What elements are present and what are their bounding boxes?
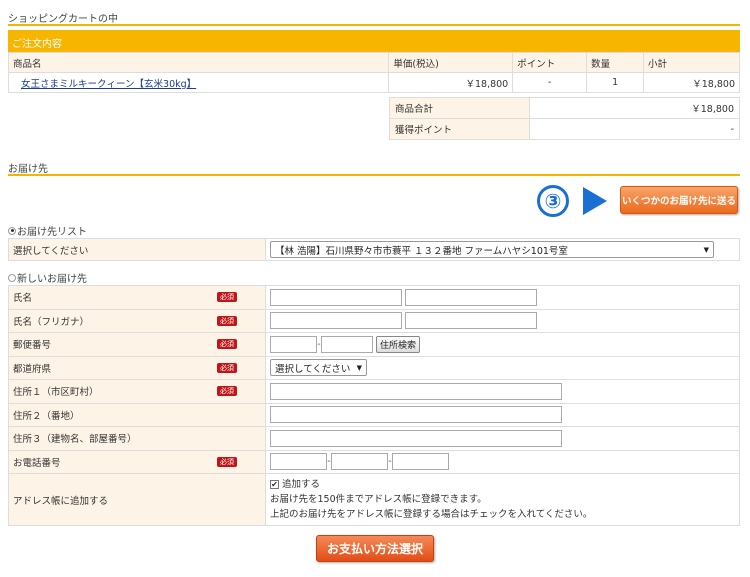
- new-address-form: 氏名 必須 氏名（フリガナ） 必須 郵便番号 必須 - 住所検索 都道府県 必須 選択し…: [8, 285, 740, 526]
- required-badge: 必須: [217, 339, 237, 350]
- arrow-right-icon: [583, 187, 607, 215]
- zip-first-input[interactable]: [270, 335, 317, 353]
- phone-third-input[interactable]: [392, 453, 449, 471]
- address-select[interactable]: 【林 浩陽】石川県野々市市蓑平 １３２番地 ファームハヤシ101号室 ▼: [270, 241, 714, 258]
- required-badge: 必須: [217, 386, 237, 397]
- addressbook-note-1: お届け先を150件までアドレス帳に登録できます。: [270, 494, 487, 505]
- product-link[interactable]: 女王さまミルキークィーン【玄米30kg】: [21, 79, 196, 90]
- new-address-radio-label: 新しいお届け先: [17, 274, 87, 285]
- address2-label: 住所２（番地）: [13, 410, 80, 422]
- table-row: 商品合計 ￥18,800: [389, 97, 740, 119]
- last-name-input[interactable]: [270, 288, 402, 306]
- name-label: 氏名: [13, 293, 33, 305]
- form-row-addressbook: アドレス帳に追加する ✔ 追加する お届け先を150件までアドレス帳に登録できます…: [8, 473, 740, 526]
- addressbook-checkbox[interactable]: ✔: [270, 480, 279, 489]
- address3-label: 住所３（建物名、部屋番号）: [13, 434, 137, 446]
- col-quantity: 数量: [586, 52, 645, 73]
- required-badge: 必須: [217, 292, 237, 303]
- kana-label: 氏名（フリガナ）: [13, 316, 90, 328]
- send-to-multiple-button[interactable]: いくつかのお届け先に送る: [620, 186, 738, 214]
- new-address-radio[interactable]: 新しいお届け先: [8, 270, 87, 285]
- product-total-value: ￥18,800: [529, 97, 740, 119]
- cart-table: 商品名 単価(税込) ポイント 数量 小計 女王さまミルキークィーン【玄米30k…: [7, 52, 740, 93]
- totals-table: 商品合計 ￥18,800 獲得ポイント -: [389, 97, 740, 140]
- form-row-kana: 氏名（フリガナ） 必須: [8, 308, 740, 333]
- phone-first-input[interactable]: [270, 453, 327, 471]
- earned-points-label: 獲得ポイント: [389, 118, 530, 140]
- subtotal-value: ￥18,800: [643, 72, 740, 93]
- form-row-name: 氏名 必須: [8, 285, 740, 310]
- required-badge: 必須: [217, 456, 237, 467]
- col-unit-price: 単価(税込): [388, 52, 514, 73]
- radio-checked-icon: [8, 226, 16, 235]
- prefecture-label: 都道府県: [13, 363, 52, 375]
- quantity-value: 1: [586, 72, 645, 93]
- cart-section-title: ショッピングカートの中: [8, 6, 740, 26]
- address1-input[interactable]: [270, 382, 562, 400]
- address-select-value: 【林 浩陽】石川県野々市市蓑平 １３２番地 ファームハヤシ101号室: [275, 245, 568, 257]
- prefecture-select-value: 選択してください: [275, 363, 351, 375]
- payment-method-button[interactable]: お支払い方法選択: [316, 535, 434, 562]
- first-name-input[interactable]: [405, 288, 538, 306]
- zip-label: 郵便番号: [13, 340, 52, 352]
- address-list-radio[interactable]: お届け先リスト: [8, 223, 87, 238]
- col-points: ポイント: [512, 52, 588, 73]
- chevron-down-icon: ▼: [356, 363, 362, 372]
- select-prompt-label: 選択してください: [8, 238, 266, 261]
- phone-second-input[interactable]: [331, 453, 388, 471]
- addressbook-check-label: 追加する: [282, 479, 321, 490]
- earned-points-value: -: [529, 118, 740, 140]
- unit-price-value: ￥18,800: [388, 72, 514, 93]
- form-row-address3: 住所３（建物名、部屋番号）: [8, 426, 740, 451]
- required-badge: 必須: [217, 315, 237, 326]
- form-row-zip: 郵便番号 必須 - 住所検索: [8, 332, 740, 357]
- radio-unchecked-icon: [8, 273, 16, 282]
- form-row-phone: お電話番号 必須 --: [8, 449, 740, 474]
- zip-second-input[interactable]: [321, 335, 373, 353]
- address2-input[interactable]: [270, 406, 562, 424]
- required-badge: 必須: [217, 362, 237, 373]
- table-row: 選択してください 【林 浩陽】石川県野々市市蓑平 １３２番地 ファームハヤシ10…: [8, 238, 740, 261]
- prefecture-select[interactable]: 選択してください ▼: [270, 359, 367, 377]
- form-row-prefecture: 都道府県 必須 選択してください ▼: [8, 355, 740, 380]
- addressbook-note-2: 上記のお届け先をアドレス帳に登録する場合はチェックを入れてください。: [270, 509, 593, 520]
- points-value: -: [512, 72, 588, 93]
- delivery-section-title: お届け先: [8, 156, 740, 176]
- chevron-down-icon: ▼: [703, 245, 709, 254]
- table-row: 獲得ポイント -: [389, 118, 740, 140]
- address1-label: 住所１（市区町村）: [13, 387, 99, 399]
- phone-label: お電話番号: [13, 457, 61, 469]
- col-product-name: 商品名: [7, 52, 390, 73]
- form-row-address1: 住所１（市区町村） 必須: [8, 379, 740, 404]
- order-contents-header: ご注文内容: [8, 30, 740, 52]
- first-name-kana-input[interactable]: [405, 312, 538, 330]
- address-list-radio-label: お届け先リスト: [17, 227, 87, 238]
- table-row: 女王さまミルキークィーン【玄米30kg】 ￥18,800 - 1 ￥18,800: [7, 72, 740, 93]
- col-subtotal: 小計: [643, 52, 740, 73]
- form-row-address2: 住所２（番地）: [8, 402, 740, 427]
- address-search-button[interactable]: 住所検索: [376, 335, 421, 353]
- last-name-kana-input[interactable]: [270, 312, 402, 330]
- addressbook-label: アドレス帳に追加する: [13, 495, 109, 507]
- address-list-table: 選択してください 【林 浩陽】石川県野々市市蓑平 １３２番地 ファームハヤシ10…: [8, 238, 740, 261]
- product-total-label: 商品合計: [389, 97, 530, 119]
- address3-input[interactable]: [270, 429, 562, 447]
- step-three-marker: ③: [537, 185, 569, 217]
- cart-table-header-row: 商品名 単価(税込) ポイント 数量 小計: [7, 52, 740, 73]
